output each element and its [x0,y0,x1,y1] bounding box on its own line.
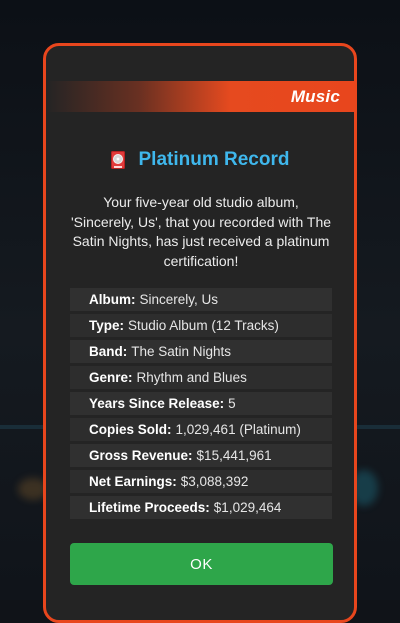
detail-row-type: Type: Studio Album (12 Tracks) [70,314,332,337]
detail-value: $15,441,961 [196,448,272,463]
dialog-title-row: Platinum Record [46,146,354,174]
detail-label: Net Earnings: [89,474,177,489]
detail-label: Copies Sold: [89,422,172,437]
detail-value: Rhythm and Blues [136,370,247,385]
detail-row-genre: Genre: Rhythm and Blues [70,366,332,389]
detail-row-band: Band: The Satin Nights [70,340,332,363]
detail-label: Band: [89,344,128,359]
detail-label: Years Since Release: [89,396,225,411]
detail-label: Type: [89,318,125,333]
category-label: Music [290,87,340,106]
dialog-title: Platinum Record [138,149,290,170]
detail-row-album: Album: Sincerely, Us [70,288,332,311]
detail-label: Genre: [89,370,133,385]
detail-value: The Satin Nights [131,344,232,359]
detail-row-net-earnings: Net Earnings: $3,088,392 [70,470,332,493]
record-award-icon [110,151,125,169]
detail-value: 5 [228,396,236,411]
detail-value: 1,029,461 (Platinum) [175,422,301,437]
detail-row-gross-revenue: Gross Revenue: $15,441,961 [70,444,332,467]
detail-row-copies-sold: Copies Sold: 1,029,461 (Platinum) [70,418,332,441]
detail-value: Sincerely, Us [139,292,219,307]
detail-label: Album: [89,292,136,307]
detail-row-lifetime-proceeds: Lifetime Proceeds: $1,029,464 [70,496,332,519]
detail-value: Studio Album (12 Tracks) [128,318,279,333]
detail-row-years-since-release: Years Since Release: 5 [70,392,332,415]
event-description: Your five-year old studio album, 'Sincer… [70,194,332,269]
event-dialog: Music Platinum Record Your five-year old… [43,43,357,623]
detail-label: Lifetime Proceeds: [89,500,210,515]
detail-label: Gross Revenue: [89,448,193,463]
album-details-list: Album: Sincerely, Us Type: Studio Album … [70,288,332,522]
category-banner: Music [46,81,354,112]
ok-button[interactable]: OK [70,543,333,585]
detail-value: $1,029,464 [213,500,282,515]
detail-value: $3,088,392 [180,474,249,489]
